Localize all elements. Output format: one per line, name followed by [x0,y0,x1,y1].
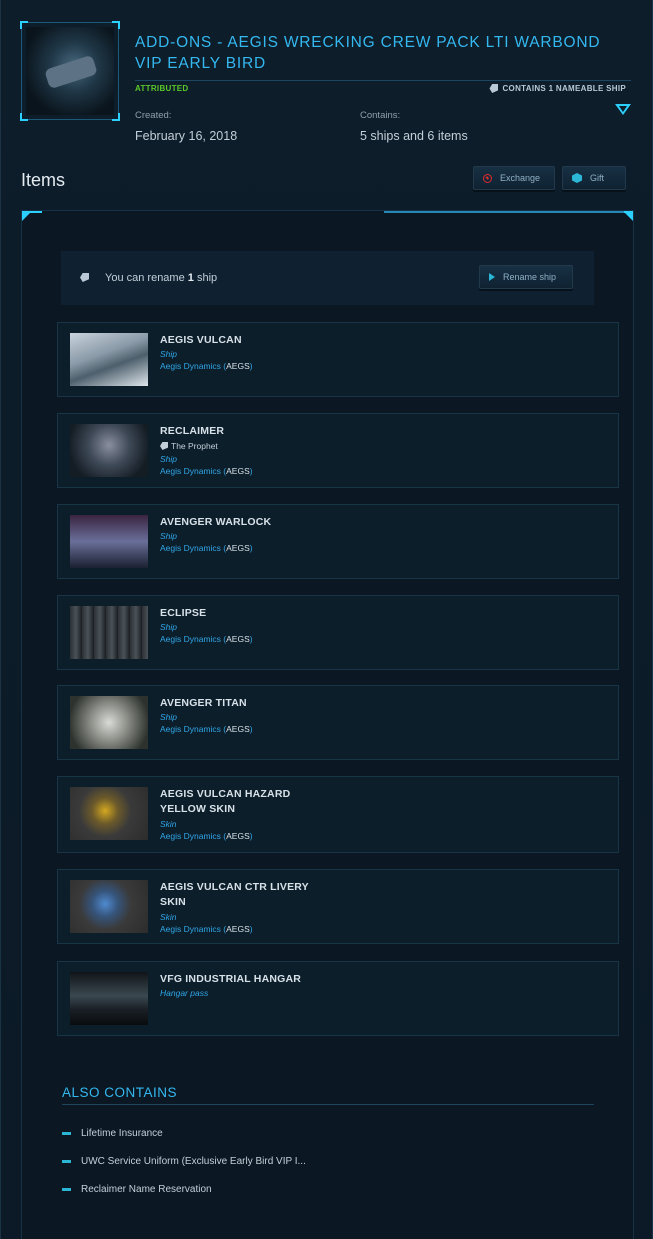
nameable-ship-badge: CONTAINS 1 NAMEABLE SHIP [489,84,626,93]
also-contains-label: Lifetime Insurance [81,1128,163,1139]
item-image [70,606,148,659]
item-name: RECLAIMER [160,425,225,437]
item-manufacturer: Aegis Dynamics (AEGS) [160,361,253,371]
exchange-label: Exchange [500,173,541,183]
item-name: ECLIPSE [160,607,207,619]
item-image [70,424,148,477]
also-contains-label: Reclaimer Name Reservation [81,1184,212,1195]
item-name: AVENGER TITAN [160,697,247,709]
item-type: Skin [160,912,177,922]
item-image [70,515,148,568]
rename-ship-button[interactable]: Rename ship [479,265,573,289]
item-manufacturer: Aegis Dynamics (AEGS) [160,831,253,841]
bullet-icon [62,1188,71,1191]
corner-line [22,211,42,213]
gift-label: Gift [590,173,605,183]
item-name: VFG INDUSTRIAL HANGAR [160,973,302,985]
list-item[interactable]: ECLIPSE Ship Aegis Dynamics (AEGS) [57,595,619,670]
tag-icon [160,442,168,450]
created-value: February 16, 2018 [135,129,238,143]
exchange-button[interactable]: Exchange [473,166,555,190]
pledge-image [26,27,114,115]
item-type: Ship [160,531,178,541]
list-item[interactable]: AEGIS VULCAN CTR LIVERY SKIN Skin Aegis … [57,869,619,944]
also-contains-divider [62,1104,594,1105]
rename-bar: You can rename 1 ship Rename ship [61,251,594,305]
list-item[interactable]: AVENGER TITAN Ship Aegis Dynamics (AEGS) [57,685,619,760]
rename-text: You can rename 1 ship [105,272,218,284]
item-image [70,880,148,933]
item-type: Skin [160,819,177,829]
created-label: Created: [135,110,172,121]
item-type: Ship [160,712,178,722]
pledge-thumbnail[interactable] [20,21,120,121]
bullet-icon [62,1160,71,1163]
item-image [70,696,148,749]
contains-label: Contains: [360,110,401,121]
item-manufacturer: Aegis Dynamics (AEGS) [160,724,253,734]
header-divider [135,80,631,81]
list-item[interactable]: AEGIS VULCAN HAZARD YELLOW SKIN Skin Aeg… [57,776,619,853]
play-icon [489,273,495,281]
gift-button[interactable]: Gift [562,166,626,190]
item-name: AEGIS VULCAN [160,334,242,346]
status-badge: ATTRIBUTED [135,84,189,93]
also-contains-item: UWC Service Uniform (Exclusive Early Bir… [62,1156,306,1167]
item-image [70,787,148,840]
items-panel: You can rename 1 ship Rename ship AEGIS … [21,210,634,1239]
item-type: Ship [160,349,178,359]
chevron-down-icon[interactable] [615,104,631,117]
tag-icon [80,273,89,282]
item-type: Ship [160,622,178,632]
also-contains-label: UWC Service Uniform (Exclusive Early Bir… [81,1156,306,1167]
rename-ship-label: Rename ship [503,272,557,282]
gift-icon [572,173,582,183]
item-image [70,333,148,386]
list-item[interactable]: VFG INDUSTRIAL HANGAR Hangar pass [57,961,619,1036]
nameable-ship-text: CONTAINS 1 NAMEABLE SHIP [502,84,626,93]
item-manufacturer: Aegis Dynamics (AEGS) [160,924,253,934]
item-name: AVENGER WARLOCK [160,516,272,528]
item-manufacturer: Aegis Dynamics (AEGS) [160,543,253,553]
item-name: AEGIS VULCAN CTR LIVERY SKIN [160,881,309,908]
list-item[interactable]: RECLAIMER The Prophet Ship Aegis Dynamic… [57,413,619,488]
item-type: Ship [160,454,178,464]
item-name: AEGIS VULCAN HAZARD YELLOW SKIN [160,788,291,815]
pledge-title: ADD-ONS - AEGIS WRECKING CREW PACK LTI W… [135,34,601,72]
item-image [70,972,148,1025]
exchange-icon [483,173,492,183]
panel-accent-line [384,211,624,213]
list-item[interactable]: AEGIS VULCAN Ship Aegis Dynamics (AEGS) [57,322,619,397]
items-heading: Items [21,170,66,190]
item-type: Hangar pass [160,988,209,998]
contains-value: 5 ships and 6 items [360,129,468,143]
item-manufacturer: Aegis Dynamics (AEGS) [160,466,253,476]
item-custom-name: The Prophet [160,440,218,452]
also-contains-item: Lifetime Insurance [62,1128,163,1139]
also-contains-title: ALSO CONTAINS [62,1085,178,1100]
item-manufacturer: Aegis Dynamics (AEGS) [160,634,253,644]
list-item[interactable]: AVENGER WARLOCK Ship Aegis Dynamics (AEG… [57,504,619,579]
also-contains-item: Reclaimer Name Reservation [62,1184,212,1195]
bullet-icon [62,1132,71,1135]
tag-icon [489,84,499,93]
pledge-page: ADD-ONS - AEGIS WRECKING CREW PACK LTI W… [0,0,653,1239]
